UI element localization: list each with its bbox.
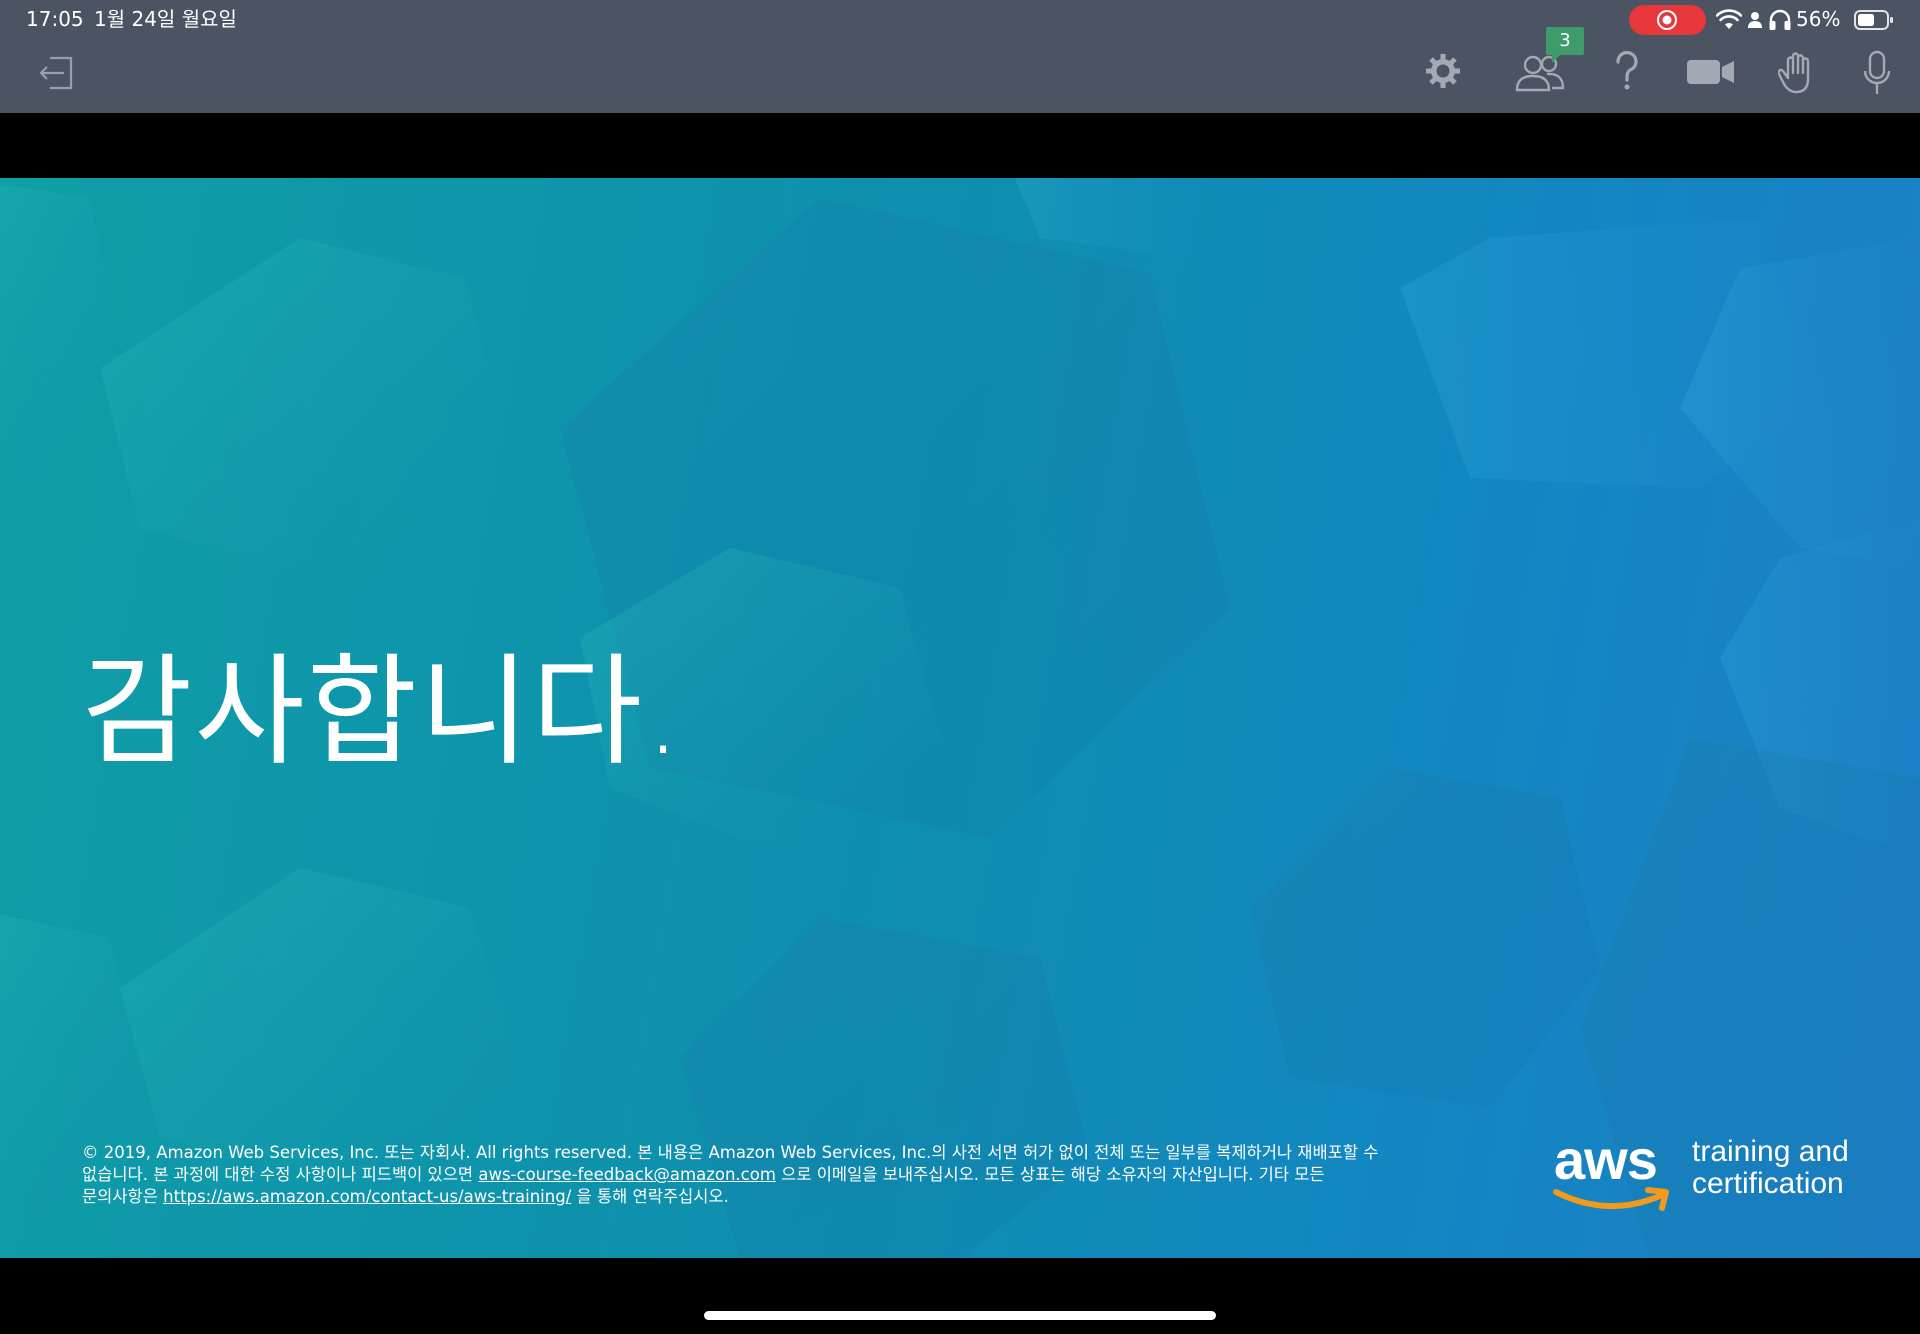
app-screen: 17:05 1월 24일 월요일 56% 3 감사합니다. © 2019, Am… bbox=[0, 0, 1920, 1334]
feedback-email-link[interactable]: aws-course-feedback@amazon.com bbox=[478, 1165, 776, 1184]
presentation-slide: 감사합니다. © 2019, Amazon Web Services, Inc.… bbox=[0, 178, 1920, 1258]
gear-icon[interactable] bbox=[1425, 53, 1461, 89]
legal-line-3: 문의사항은 https://aws.amazon.com/contact-us/… bbox=[82, 1187, 729, 1206]
slide-title: 감사합니다. bbox=[82, 643, 685, 782]
aws-smile-icon bbox=[1553, 1187, 1669, 1211]
aws-logo-tagline: training and certification bbox=[1692, 1135, 1849, 1200]
wifi-icon bbox=[1716, 9, 1742, 29]
battery-icon bbox=[1854, 10, 1893, 30]
video-camera-icon[interactable] bbox=[1686, 58, 1736, 86]
aws-logo-wordmark: aws bbox=[1554, 1128, 1658, 1191]
legal-line-2: 없습니다. 본 과정에 대한 수정 사항이나 피드백이 있으면 aws-cour… bbox=[82, 1165, 1325, 1184]
participants-count-badge: 3 bbox=[1546, 27, 1584, 63]
legal-line-1: © 2019, Amazon Web Services, Inc. 또는 자회사… bbox=[82, 1143, 1379, 1162]
microphone-icon[interactable] bbox=[1862, 50, 1892, 96]
aws-training-logo: aws training and certification bbox=[1552, 1128, 1872, 1226]
status-date: 1월 24일 월요일 bbox=[94, 7, 237, 31]
battery-percent: 56% bbox=[1796, 7, 1841, 31]
raise-hand-icon[interactable] bbox=[1778, 52, 1818, 94]
legal-notice: © 2019, Amazon Web Services, Inc. 또는 자회사… bbox=[82, 1142, 1462, 1208]
screen-record-indicator[interactable] bbox=[1629, 5, 1706, 35]
screen-record-icon bbox=[1657, 10, 1677, 30]
home-indicator[interactable] bbox=[704, 1311, 1216, 1320]
help-icon[interactable] bbox=[1614, 51, 1640, 91]
person-icon bbox=[1748, 12, 1762, 28]
top-bar: 17:05 1월 24일 월요일 56% 3 bbox=[0, 0, 1920, 113]
headphones-icon bbox=[1769, 9, 1791, 30]
status-time: 17:05 bbox=[26, 7, 84, 31]
contact-url-link[interactable]: https://aws.amazon.com/contact-us/aws-tr… bbox=[163, 1187, 571, 1206]
exit-icon[interactable] bbox=[38, 54, 76, 92]
